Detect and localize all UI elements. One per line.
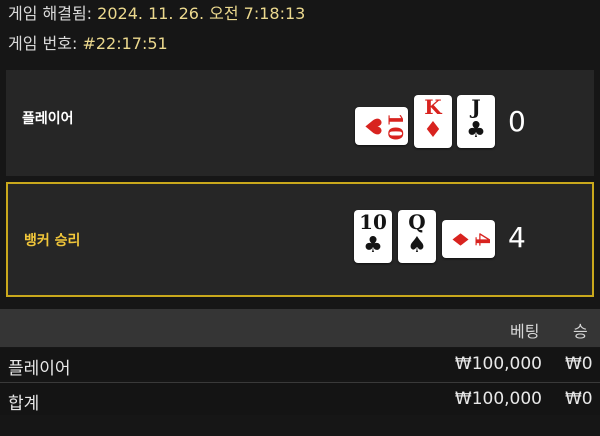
heart-icon: ♥ [359,116,385,137]
banker-score: 4 [508,221,526,254]
total-label: 합계 [8,394,40,414]
game-resolved-label: 게임 해결됨: [8,4,93,23]
player-card-2: K ♦ [414,95,452,148]
banker-card-1: 10 ♣ [354,210,392,263]
game-number-value: #22:17:51 [82,34,168,53]
player-card-1: 10 ♥ [355,107,408,145]
total-win-amount: ₩0 [565,389,593,409]
total-bet-amount: ₩100,000 [454,389,542,409]
player-card-3: J ♣ [457,95,495,148]
game-number-line: 게임 번호: #22:17:51 [8,34,168,54]
diamond-icon: ♦ [423,118,443,143]
game-resolved-line: 게임 해결됨: 2024. 11. 26. 오전 7:18:13 [8,4,305,24]
table-row: 플레이어 ₩100,000 ₩0 [0,348,600,380]
banker-card-2: Q ♠ [398,210,436,263]
player-hand-panel: 플레이어 10 ♥ K ♦ J ♣ 0 [6,70,594,176]
win-column-header: 승 [573,322,588,341]
game-number-label: 게임 번호: [8,34,78,53]
card-rank: K [424,95,442,119]
player-score: 0 [508,105,526,138]
bet-column-header: 베팅 [510,322,540,341]
card-rank: 10 [383,112,408,141]
win-amount: ₩0 [565,354,593,374]
card-rank: 10 [359,210,387,234]
bet-name: 플레이어 [8,359,71,379]
total-row: 합계 ₩100,000 ₩0 [0,382,600,415]
club-icon: ♣ [466,118,486,143]
diamond-icon: ♦ [446,229,472,250]
club-icon: ♣ [363,233,383,258]
card-rank: Q [408,210,426,234]
banker-win-label: 뱅커 승리 [24,233,81,249]
player-hand-label: 플레이어 [22,111,74,127]
card-rank: 4 [470,232,495,247]
banker-hand-panel: 뱅커 승리 10 ♣ Q ♠ 4 ♦ 4 [6,182,594,297]
bets-table-header: 베팅 승 [0,309,600,347]
game-resolved-value: 2024. 11. 26. 오전 7:18:13 [97,4,306,23]
spade-icon: ♠ [407,233,427,258]
banker-card-3: 4 ♦ [442,220,495,258]
bet-amount: ₩100,000 [454,354,542,374]
card-rank: J [471,95,481,119]
